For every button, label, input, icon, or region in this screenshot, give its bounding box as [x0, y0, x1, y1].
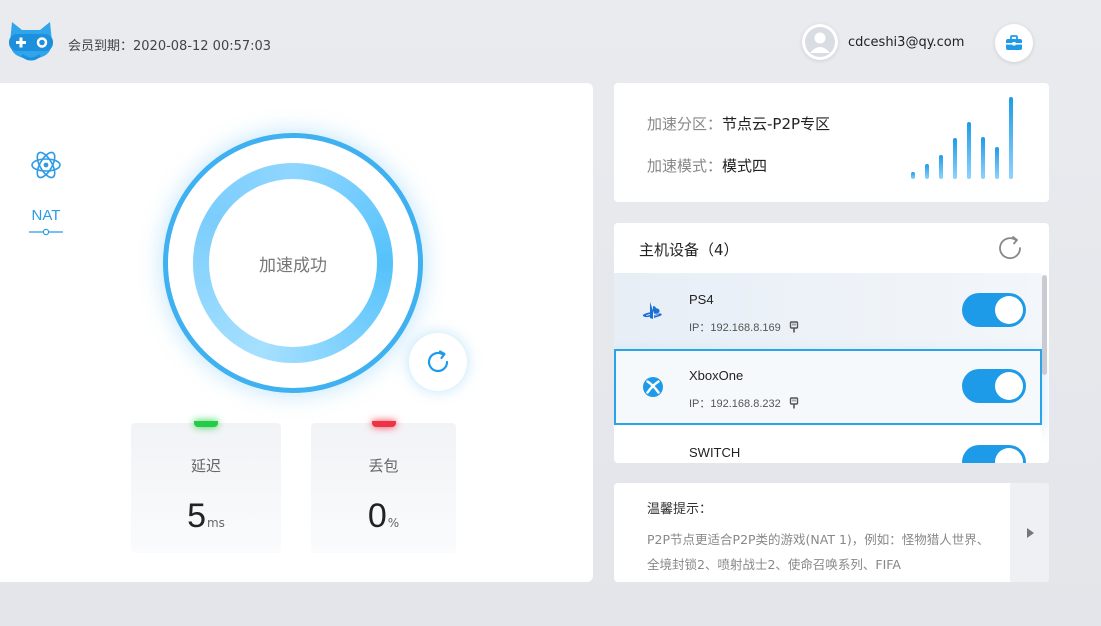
mode-label: 加速模式：: [647, 157, 723, 175]
refresh-icon: [427, 350, 449, 373]
zone-label: 加速分区：: [647, 115, 723, 133]
device-row-ps4[interactable]: PS4 IP：192.168.8.169: [614, 273, 1042, 349]
signal-strength-icon: [911, 97, 1013, 179]
nat-label: NAT: [31, 207, 61, 224]
tips-text: P2P节点更适合P2P类的游戏(NAT 1)，例如：怪物猎人世界、全境封锁2、喷…: [647, 532, 990, 572]
device-toggle-ps4[interactable]: [962, 293, 1026, 327]
host-devices-card: 主机设备（4） PS4 IP：192.168.8.169 XboxOne IP：…: [614, 223, 1049, 463]
device-name: PS4: [689, 292, 714, 307]
gamepad-logo-icon: [6, 18, 56, 64]
toolbox-icon: [1006, 35, 1022, 50]
tips-next-button[interactable]: [1010, 483, 1049, 582]
acceleration-panel: NAT 加速成功 延迟 5ms 丢包 0%: [0, 83, 593, 582]
playstation-icon: [642, 302, 662, 319]
device-row-xboxone[interactable]: XboxOne IP：192.168.8.232: [614, 349, 1042, 425]
progress-ring: 加速成功: [193, 163, 393, 363]
device-list: PS4 IP：192.168.8.169 XboxOne IP：192.168.…: [614, 273, 1049, 463]
membership-expiry: 会员到期：2020-08-12 00:57:03: [68, 39, 272, 54]
header: 会员到期：2020-08-12 00:57:03 cdceshi3@qy.com: [0, 0, 1101, 82]
tips-card: 温馨提示： P2P节点更适合P2P类的游戏(NAT 1)，例如：怪物猎人世界、全…: [614, 483, 1049, 582]
nat-type-button[interactable]: NAT: [28, 207, 64, 236]
acceleration-zone-card: 加速分区：节点云-P2P专区 加速模式：模式四: [614, 83, 1049, 202]
mode-row: 加速模式：模式四: [647, 155, 767, 176]
device-ip-text: IP：192.168.8.232: [689, 398, 781, 410]
device-toggle-xboxone[interactable]: [962, 369, 1026, 403]
tips-title: 温馨提示：: [647, 502, 713, 517]
packet-loss-value: 0: [367, 497, 387, 535]
wired-connection-icon: [789, 397, 799, 409]
packet-loss-status-indicator: [371, 421, 396, 427]
device-ip: IP：192.168.8.232: [689, 395, 799, 411]
latency-value: 5: [187, 497, 206, 535]
acceleration-status-ring[interactable]: 加速成功: [163, 133, 423, 393]
device-ip: IP：192.168.8.169: [689, 319, 799, 335]
device-name: SWITCH: [689, 445, 741, 460]
device-name: XboxOne: [689, 368, 744, 383]
device-row-switch[interactable]: SWITCH: [614, 425, 1042, 463]
refresh-devices-icon[interactable]: [996, 234, 1024, 262]
play-arrow-icon: [1026, 527, 1034, 538]
latency-stat: 延迟 5ms: [131, 421, 281, 553]
latency-unit: ms: [206, 516, 225, 530]
device-toggle-switch[interactable]: [962, 445, 1026, 463]
nat-indicator-icon: [29, 228, 63, 236]
reaccelerate-button[interactable]: [409, 333, 467, 391]
latency-label: 延迟: [190, 457, 221, 475]
latency-status-indicator: [194, 421, 218, 427]
device-ip-text: IP：192.168.8.169: [689, 322, 781, 334]
packet-loss-unit: %: [387, 516, 400, 530]
atom-icon[interactable]: [30, 149, 62, 181]
mode-value: 模式四: [722, 157, 768, 175]
user-email[interactable]: cdceshi3@qy.com: [848, 35, 964, 50]
packet-loss-stat: 丢包 0%: [311, 421, 456, 553]
zone-row: 加速分区：节点云-P2P专区: [647, 113, 830, 134]
wired-connection-icon: [789, 321, 799, 333]
acceleration-status-text: 加速成功: [259, 255, 327, 276]
xbox-icon: [643, 377, 663, 397]
packet-loss-label: 丢包: [368, 457, 399, 475]
host-devices-title: 主机设备（4）: [639, 241, 739, 259]
zone-value: 节点云-P2P专区: [722, 115, 831, 133]
user-avatar-icon[interactable]: [802, 24, 838, 60]
toolbox-button[interactable]: [995, 24, 1033, 62]
device-list-scrollbar[interactable]: [1042, 275, 1047, 375]
